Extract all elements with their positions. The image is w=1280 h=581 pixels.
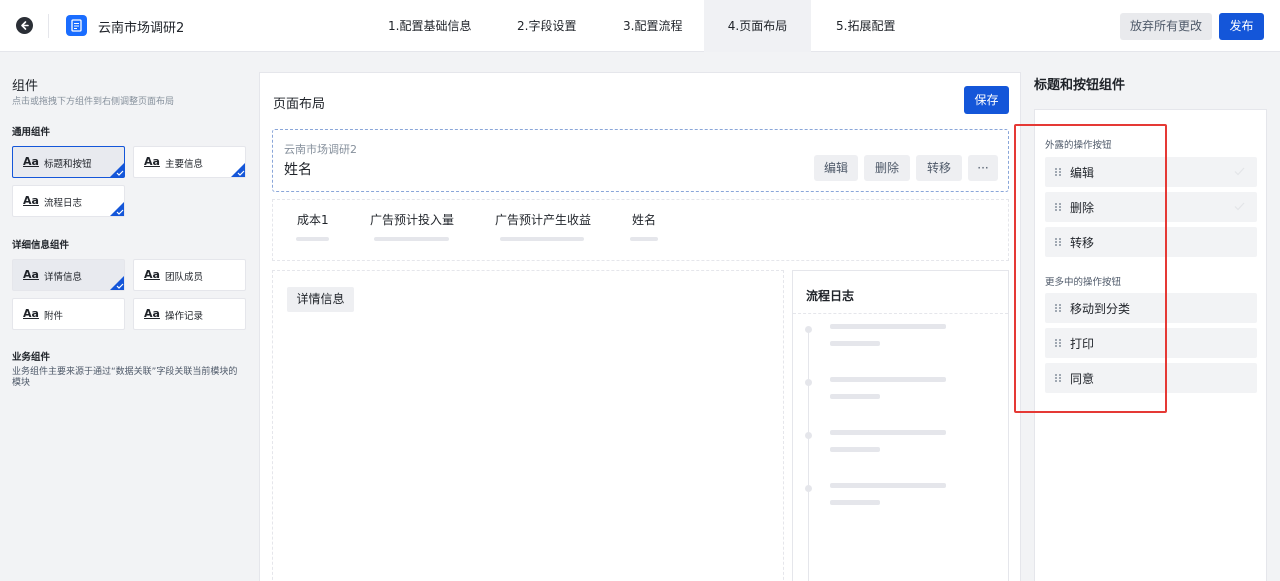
main-field-label: 成本1 <box>297 213 329 227</box>
components-subtitle: 点击或拖拽下方组件到右侧调整页面布局 <box>12 97 175 107</box>
main-field-label: 姓名 <box>632 213 657 227</box>
timeline-dot <box>805 379 812 386</box>
component-main-info[interactable]: Aa 主要信息 <box>133 146 246 178</box>
flow-log-divider <box>793 313 1008 314</box>
check-icon <box>1234 202 1245 211</box>
main-field-placeholder <box>500 237 584 241</box>
step-basic-info[interactable]: 1.配置基础信息 <box>378 0 481 52</box>
title-buttons-block[interactable]: 云南市场调研2 姓名 编辑 删除 转移 ··· <box>272 129 1009 192</box>
layout-canvas: 页面布局 保存 云南市场调研2 姓名 编辑 删除 转移 ··· 成本1 广告预计… <box>259 72 1021 581</box>
delete-button[interactable]: 删除 <box>864 155 910 181</box>
main-field-label: 广告预计产生收益 <box>495 213 592 227</box>
component-label: 标题和按钮 <box>44 159 92 170</box>
log-placeholder <box>830 483 946 488</box>
main-field-label: 广告预计投入量 <box>370 213 455 227</box>
component-label: 附件 <box>44 311 64 322</box>
publish-button[interactable]: 发布 <box>1219 13 1264 40</box>
timeline-dot <box>805 485 812 492</box>
component-flow-log[interactable]: Aa 流程日志 <box>12 185 125 217</box>
aa-icon: Aa <box>23 307 39 320</box>
log-placeholder <box>830 447 880 452</box>
edit-button[interactable]: 编辑 <box>814 155 858 181</box>
log-placeholder <box>830 394 880 399</box>
log-placeholder <box>830 341 880 346</box>
aa-icon: Aa <box>144 155 160 168</box>
timeline-line <box>808 329 809 581</box>
component-label: 操作记录 <box>165 311 204 322</box>
app-title: 云南市场调研2 <box>98 21 185 36</box>
component-label: 流程日志 <box>44 198 83 209</box>
log-placeholder <box>830 500 880 505</box>
corner-marker-icon <box>110 163 124 177</box>
log-placeholder <box>830 430 946 435</box>
components-title: 组件 <box>12 79 39 94</box>
aa-icon: Aa <box>23 155 39 168</box>
component-title-buttons[interactable]: Aa 标题和按钮 <box>12 146 125 178</box>
main-field-placeholder <box>296 237 329 241</box>
check-icon <box>1234 167 1245 176</box>
flow-log-title: 流程日志 <box>806 289 855 303</box>
more-button[interactable]: ··· <box>968 155 998 181</box>
discard-changes-button[interactable]: 放弃所有更改 <box>1120 13 1212 40</box>
layout-title: 页面布局 <box>273 97 326 112</box>
record-app-name: 云南市场调研2 <box>284 143 357 156</box>
corner-marker-icon <box>110 202 124 216</box>
aa-icon: Aa <box>144 268 160 281</box>
step-page-layout[interactable]: 4.页面布局 <box>704 0 811 52</box>
corner-marker-icon <box>110 276 124 290</box>
main-field-placeholder <box>374 237 449 241</box>
component-attachments[interactable]: Aa 附件 <box>12 298 125 330</box>
properties-title: 标题和按钮组件 <box>1034 78 1126 93</box>
app-form-icon <box>66 15 87 36</box>
component-label: 详情信息 <box>44 272 83 283</box>
back-arrow-icon[interactable] <box>16 17 33 34</box>
aa-icon: Aa <box>144 307 160 320</box>
general-components-title: 通用组件 <box>12 127 51 138</box>
annotation-highlight-box <box>1014 124 1167 413</box>
record-name: 姓名 <box>284 162 312 178</box>
corner-marker-icon <box>231 163 245 177</box>
transfer-button[interactable]: 转移 <box>916 155 962 181</box>
component-label: 主要信息 <box>165 159 204 170</box>
aa-icon: Aa <box>23 194 39 207</box>
timeline-dot <box>805 432 812 439</box>
component-label: 团队成员 <box>165 272 204 283</box>
log-placeholder <box>830 377 946 382</box>
step-field-settings[interactable]: 2.字段设置 <box>507 0 586 52</box>
business-components-title: 业务组件 <box>12 352 51 363</box>
main-info-block[interactable]: 成本1 广告预计投入量 广告预计产生收益 姓名 <box>272 199 1009 261</box>
top-bar: 云南市场调研2 1.配置基础信息 2.字段设置 3.配置流程 4.页面布局 5.… <box>0 0 1280 52</box>
detail-components-title: 详细信息组件 <box>12 240 70 251</box>
detail-info-tab[interactable]: 详情信息 <box>287 287 354 312</box>
component-team-members[interactable]: Aa 团队成员 <box>133 259 246 291</box>
aa-icon: Aa <box>23 268 39 281</box>
save-button[interactable]: 保存 <box>964 86 1009 114</box>
flow-log-block[interactable]: 流程日志 <box>792 270 1009 581</box>
business-components-description: 业务组件主要来源于通过“数据关联”字段关联当前模块的模块 <box>12 367 238 388</box>
component-detail-info[interactable]: Aa 详情信息 <box>12 259 125 291</box>
timeline-dot <box>805 326 812 333</box>
detail-info-block[interactable]: 详情信息 <box>272 270 784 581</box>
main-field-placeholder <box>630 237 658 241</box>
step-extension-config[interactable]: 5.拓展配置 <box>826 0 905 52</box>
log-placeholder <box>830 324 946 329</box>
header-divider <box>48 14 49 38</box>
step-flow-config[interactable]: 3.配置流程 <box>613 0 692 52</box>
component-operation-log[interactable]: Aa 操作记录 <box>133 298 246 330</box>
